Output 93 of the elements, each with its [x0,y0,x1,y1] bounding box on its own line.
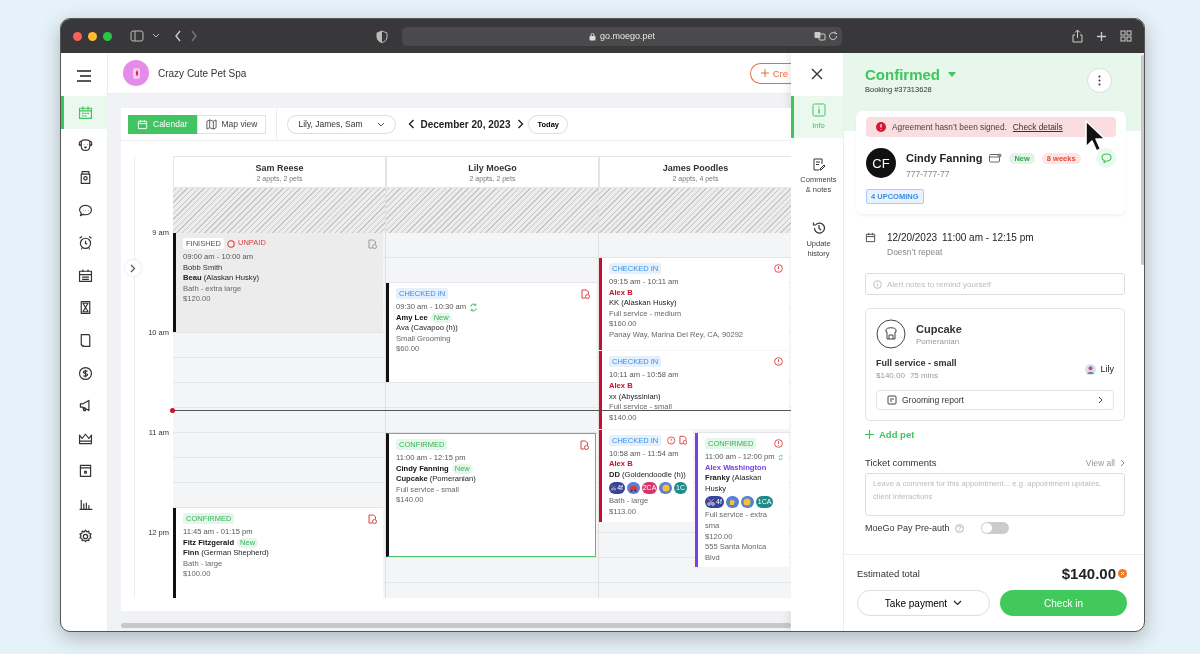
alarm-clock-icon [77,234,94,252]
document-icon[interactable] [368,513,377,524]
grooming-report-button[interactable]: Grooming report [876,390,1114,410]
create-label: Cre [772,67,788,79]
scrollbar[interactable] [1141,55,1144,265]
horizontal-scrollbar[interactable] [121,623,791,628]
repeat-setting[interactable]: Doesn’t repeat [887,247,1034,257]
pet-breed: Pomeranian [916,336,961,346]
dog-icon [77,136,94,154]
alert-icon[interactable] [774,264,783,273]
document-icon[interactable] [580,439,589,450]
check-details-link[interactable]: Check details [1012,122,1063,132]
map-icon [205,118,217,130]
translate-icon[interactable] [814,30,826,41]
dollar-icon [77,364,94,382]
service-price: $140.00 [876,371,905,380]
appointment-date: 12/20/2023 [887,232,938,243]
client-avatar: CF [866,148,896,178]
client-phone: 777-777-77 [906,169,951,179]
close-icon[interactable] [811,68,823,80]
alert-icon[interactable] [774,357,783,367]
staff-name: Sam Reese [255,162,304,173]
card-icon[interactable] [989,153,1003,163]
agenda-icon [77,462,94,480]
previous-day-icon[interactable] [408,119,416,129]
scissors-icon [611,484,617,493]
calendar-icon [137,118,148,130]
close-window-icon[interactable] [73,31,82,41]
maximize-window-icon[interactable] [103,31,112,41]
info-icon [811,103,826,117]
menu-icon[interactable] [76,70,92,82]
plus-icon [865,430,874,439]
current-date: December 20, 2023 [420,118,511,130]
preauth-label: MoeGo Pay Pre-auth [865,523,950,533]
section-title: Ticket comments [865,457,937,468]
alert-icon[interactable] [667,435,676,445]
staff-name: Lily MoeGo [468,162,517,173]
unpaid-icon [227,239,235,248]
more-icon [1098,75,1101,86]
chevron-down-icon[interactable] [152,33,160,39]
preauth-toggle[interactable] [980,522,1009,534]
sidebar-toggle-icon[interactable] [130,30,144,42]
staff-name: James Poodles [662,162,729,173]
reload-icon[interactable] [828,30,838,41]
notes-icon [811,157,826,171]
chevron-down-icon [377,121,386,127]
total-label: Estimated total [857,568,920,579]
view-tab[interactable]: Map view [196,114,267,134]
plus-icon [760,69,769,77]
url-text: go.moego.pet [599,31,655,41]
next-day-icon[interactable] [517,119,525,129]
client-name[interactable]: Cindy Fanning [906,152,983,164]
logo [123,60,149,86]
alert-icon[interactable] [774,439,783,448]
message-icon [1100,153,1112,163]
lock-icon [588,31,596,41]
calendar-icon [865,232,876,243]
staff-avatar [1085,363,1097,375]
chevron-right-icon [1120,458,1125,467]
error-icon [876,122,886,132]
expand-button[interactable] [125,260,141,276]
report-icon [887,395,897,405]
pet-name[interactable]: Cupcake [916,322,962,335]
add-pet-label: Add pet [879,429,915,440]
settings-icon [77,527,94,545]
tab-overview-icon[interactable] [1120,30,1132,42]
appointment-time: 11:00 am - 12:15 pm [942,232,1034,243]
pet-avatar-icon [876,319,906,349]
staff-name: Lily [1100,364,1114,374]
shield-icon[interactable] [376,29,388,43]
share-icon[interactable] [1072,29,1083,43]
chevron-right-icon [130,263,136,273]
take-payment-button[interactable]: Take payment [857,590,990,616]
address-bar[interactable]: go.moego.pet [402,26,842,46]
warning-icon[interactable] [1118,569,1127,578]
chevron-down-icon [953,600,963,606]
new-tab-icon[interactable] [1096,30,1107,42]
document-icon[interactable] [581,288,590,299]
report-label: Grooming report [902,395,964,405]
business-name: Crazy Cute Pet Spa [158,67,247,79]
forward-icon[interactable] [190,30,198,42]
back-icon[interactable] [174,30,182,42]
total-amount: $140.00 [1061,565,1116,582]
info-icon [873,279,882,289]
service-name: Full service - small [876,358,957,368]
service-duration: 75 mins [909,371,938,380]
document-icon[interactable] [678,435,687,446]
alert-notes-field[interactable]: Alert notes to remind yourself [865,273,1125,295]
chevron-right-icon [1098,396,1103,404]
minimize-window-icon[interactable] [88,31,97,41]
scissors-icon [707,498,715,507]
history-icon [811,221,826,235]
alert-text: Agreement hasn’t been signed. [892,122,1007,132]
